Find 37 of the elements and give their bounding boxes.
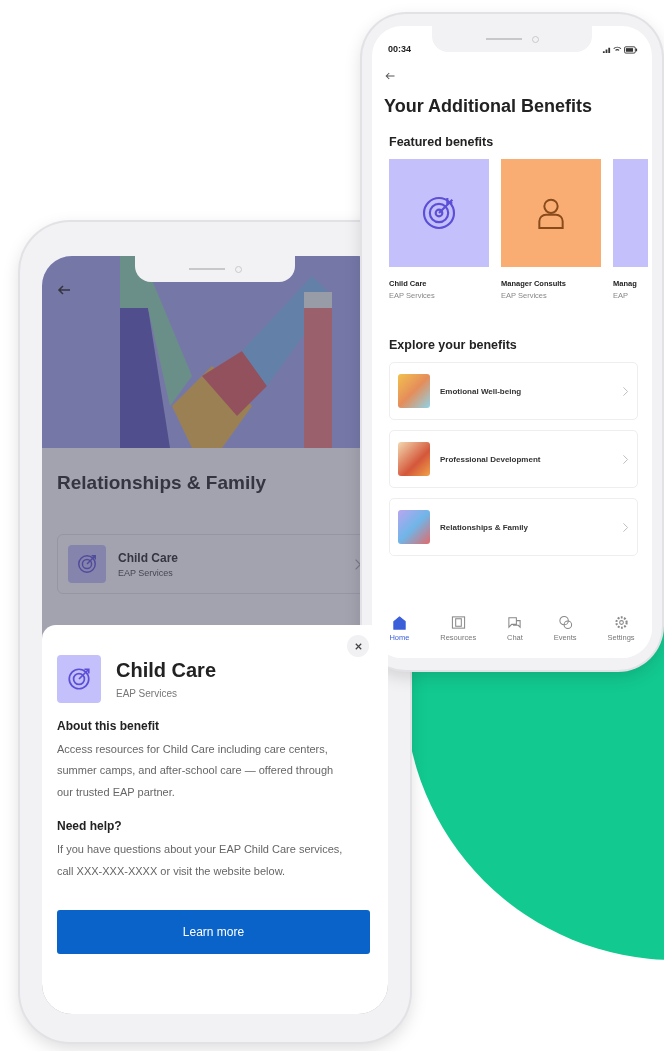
page-title: Your Additional Benefits <box>384 96 593 117</box>
speech-bubbles-icon <box>557 615 573 630</box>
close-button[interactable] <box>347 635 369 657</box>
section-heading: Need help? <box>57 819 123 834</box>
section-text: If you have questions about your EAP Child Care services, call XXX-XXX-XXXX or visit the website below. <box>57 842 344 879</box>
chevron-right-icon <box>354 557 362 571</box>
benefit-card-tile[interactable] <box>501 159 601 267</box>
page-title: Relationships & Family <box>57 472 268 494</box>
section-heading: Explore your benefits <box>389 338 518 352</box>
chevron-right-icon <box>622 521 629 533</box>
benefit-list-item[interactable]: Relationships & Family <box>389 498 638 556</box>
home-icon <box>391 615 407 630</box>
benefit-list-item[interactable]: Professional Development <box>389 430 638 488</box>
thumbnail-image <box>398 442 430 476</box>
thumbnail-image <box>398 374 430 408</box>
chat-icon <box>507 615 523 630</box>
chevron-right-icon <box>622 385 629 397</box>
thumbnail-image <box>398 510 430 544</box>
sheet-title: Child Care <box>116 659 217 682</box>
back-arrow-icon[interactable] <box>384 70 396 82</box>
status-time: 00:34 <box>388 44 412 54</box>
benefit-list-item[interactable]: Emotional Well-being <box>389 362 638 420</box>
learn-more-button[interactable]: Learn more <box>57 910 370 955</box>
target-icon <box>66 666 92 692</box>
sheet-subtitle: EAP Services <box>116 688 178 699</box>
benefit-card-tile[interactable] <box>389 159 489 267</box>
status-icons-drawing <box>602 44 638 54</box>
settings-icon <box>613 615 629 630</box>
book-icon <box>450 615 466 630</box>
target-icon <box>76 553 98 575</box>
item-subtitle: EAP Services <box>118 567 174 578</box>
close-icon <box>353 641 363 651</box>
section-text: Access resources for Child Care including care centers, summer camps, and after-school care — offered through our trusted EAP partner. <box>57 742 335 800</box>
section-heading: About this benefit <box>57 719 160 733</box>
section-heading: Featured benefits <box>389 135 495 149</box>
chevron-right-icon <box>622 453 629 465</box>
item-title: Child Care <box>118 550 179 565</box>
